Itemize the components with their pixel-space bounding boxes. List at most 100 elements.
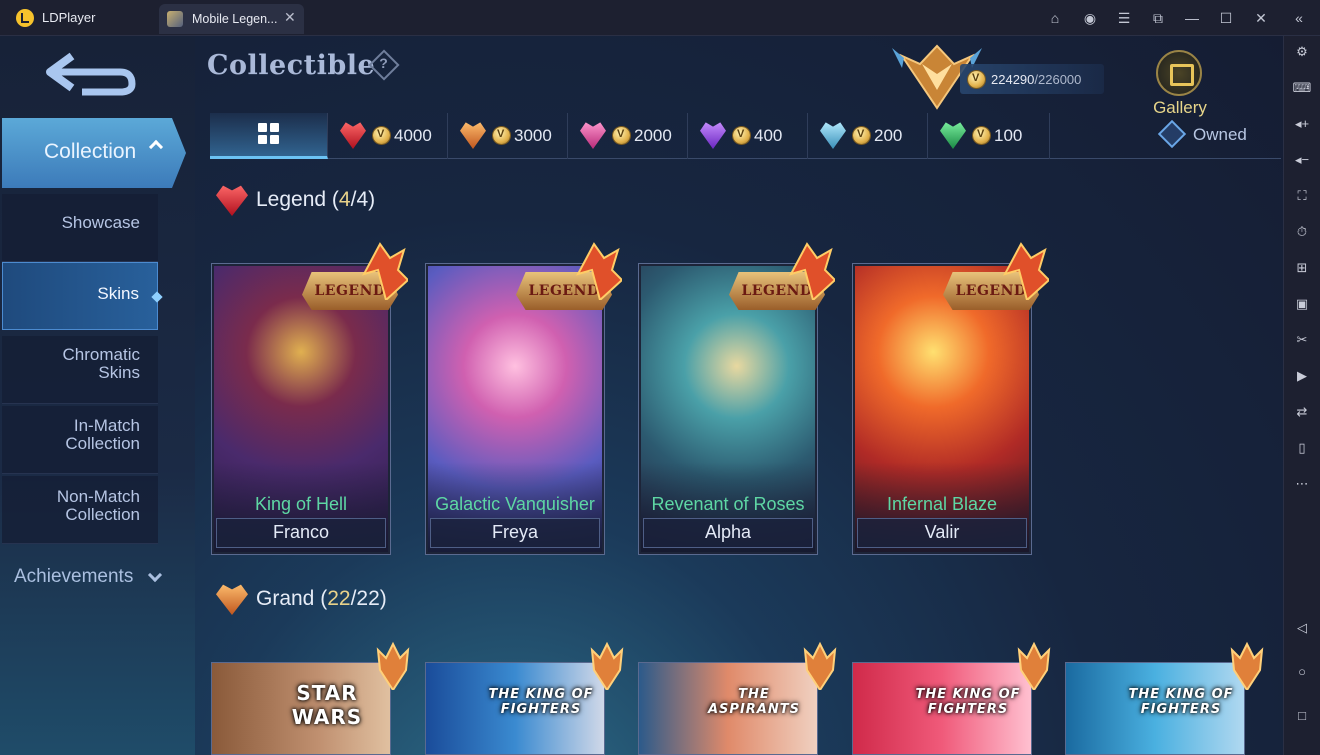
section-name: Legend [256,188,327,211]
game-viewport: Collectible ? 224290/226000 Gallery Coll… [0,36,1283,755]
account-icon[interactable]: ◉ [1080,8,1100,28]
hero-name: Freya [491,522,538,542]
subnav-chromatic-skins[interactable]: Chromatic Skins [2,336,158,404]
skin-card[interactable]: King of Hell Franco LEGEND [211,242,408,555]
section-title: Legend (4/4) [256,188,375,212]
price-filter-bar: 4000 3000 2000 400 200 100 [210,113,1281,159]
close-window-icon[interactable]: ✕ [1251,8,1271,28]
filter-400[interactable]: 400 [688,113,808,159]
subnav-in-match-collection[interactable]: In-Match Collection [2,406,158,474]
skin-card[interactable]: STAR WARS [211,662,391,755]
skin-name: Revenant of Roses [651,494,805,514]
android-home-icon[interactable]: ○ [1292,662,1312,682]
skin-name: Galactic Vanquisher [435,494,595,514]
android-recents-icon[interactable]: □ [1292,706,1312,726]
add-window-icon[interactable]: ⊞ [1292,258,1312,278]
volume-down-icon[interactable]: ◂− [1292,150,1312,170]
collab-logo: THE ASPIRANTS [708,687,800,717]
sync-icon[interactable]: ⇄ [1292,402,1312,422]
gallery-button[interactable]: Gallery [1150,48,1210,118]
orange-gem-icon [216,584,248,615]
legend-corner-flame-icon [789,242,835,300]
filter-price: 100 [994,126,1023,145]
tab-mobile-legends[interactable]: Mobile Legen... ✕ [159,4,304,34]
nav-collection-label: Collection [44,140,137,163]
grand-corner-crown-icon [376,641,410,690]
hero-name: Franco [272,522,330,542]
filter-all[interactable] [210,113,328,159]
keyboard-icon[interactable]: ⌨ [1292,78,1312,98]
menu-icon[interactable]: ☰ [1114,8,1134,28]
record-video-icon[interactable]: ▶ [1292,366,1312,386]
currency-value: 224290/226000 [991,72,1081,87]
section-title: Grand (22/22) [256,587,387,611]
battle-point-icon [613,127,630,144]
tab-close-icon[interactable]: ✕ [284,9,296,26]
count-open: ( [314,587,328,610]
tab-label: Mobile Legen... [192,12,278,26]
skin-name: Infernal Blaze [886,494,998,514]
volume-up-icon[interactable]: ◂+ [1292,114,1312,134]
collapse-sidebar-icon[interactable]: « [1289,8,1309,28]
subnav-label: Showcase [61,213,140,232]
grand-corner-crown-icon [1230,641,1264,690]
minimize-icon[interactable]: — [1182,8,1202,28]
nav-collection[interactable]: Collection [2,118,186,188]
skin-card[interactable]: THE KING OF FIGHTERS [425,662,605,755]
filter-4000[interactable]: 4000 [328,113,448,159]
purple-gem-icon [700,122,726,149]
app-name: LDPlayer [42,10,96,25]
collab-logo: STAR WARS [291,681,363,729]
filter-price: 2000 [634,126,672,145]
fullscreen-icon[interactable]: ⛶ [1292,186,1312,206]
filter-3000[interactable]: 3000 [448,113,568,159]
game-app-icon [167,11,183,27]
currency-display: 224290/226000 [960,64,1104,94]
back-arrow-icon[interactable] [32,46,152,104]
more-icon[interactable]: ⋯ [1292,474,1312,494]
filter-2000[interactable]: 2000 [568,113,688,159]
subnav-skins[interactable]: Skins [2,262,163,330]
settings-gear-icon[interactable]: ⚙ [1292,42,1312,62]
total-count: 4 [356,188,369,211]
android-back-icon[interactable]: ◁ [1292,618,1312,638]
filter-price: 4000 [394,126,432,145]
legend-corner-flame-icon [576,242,622,300]
nav-achievements[interactable]: Achievements [14,566,133,588]
shake-icon[interactable]: ▯ [1292,438,1312,458]
hero-name: Valir [924,522,960,542]
green-gem-icon [940,122,966,149]
filter-200[interactable]: 200 [808,113,928,159]
skin-card[interactable]: THE KING OF FIGHTERS [852,662,1032,755]
filter-price: 3000 [514,126,552,145]
subnav-label: Skins [97,284,139,303]
skin-card[interactable]: Infernal Blaze Valir LEGEND [852,242,1049,555]
legend-corner-flame-icon [362,242,408,300]
subnav-non-match-collection[interactable]: Non-Match Collection [2,476,158,544]
help-glyph: ? [379,55,388,72]
skin-card[interactable]: Revenant of Roses Alpha LEGEND [638,242,835,555]
maximize-icon[interactable]: ☐ [1216,8,1236,28]
count-close: ) [368,188,376,211]
filter-price: 200 [874,126,903,145]
grand-corner-crown-icon [1017,641,1051,690]
gallery-icon [1156,50,1202,96]
owned-label: Owned [1193,125,1247,144]
subnav-showcase[interactable]: Showcase [2,194,158,262]
skin-card[interactable]: Galactic Vanquisher Freya LEGEND [425,242,622,555]
cyan-gem-icon [820,122,846,149]
legend-corner-flame-icon [1003,242,1049,300]
filter-100[interactable]: 100 [928,113,1050,159]
hero-name: Alpha [704,522,752,542]
battle-point-icon [853,127,870,144]
grand-corner-crown-icon [590,641,624,690]
store-icon[interactable]: ⌂ [1045,8,1065,28]
skin-card[interactable]: THE KING OF FIGHTERS [1065,662,1245,755]
skin-card[interactable]: THE ASPIRANTS [638,662,818,755]
scissors-icon[interactable]: ✂ [1292,330,1312,350]
macro-icon[interactable]: ⏱ [1292,222,1312,242]
popout-icon[interactable]: ⧉ [1148,8,1168,28]
owned-count: 22 [327,587,351,610]
count-close: ) [379,587,387,610]
apk-install-icon[interactable]: ▣ [1292,294,1312,314]
